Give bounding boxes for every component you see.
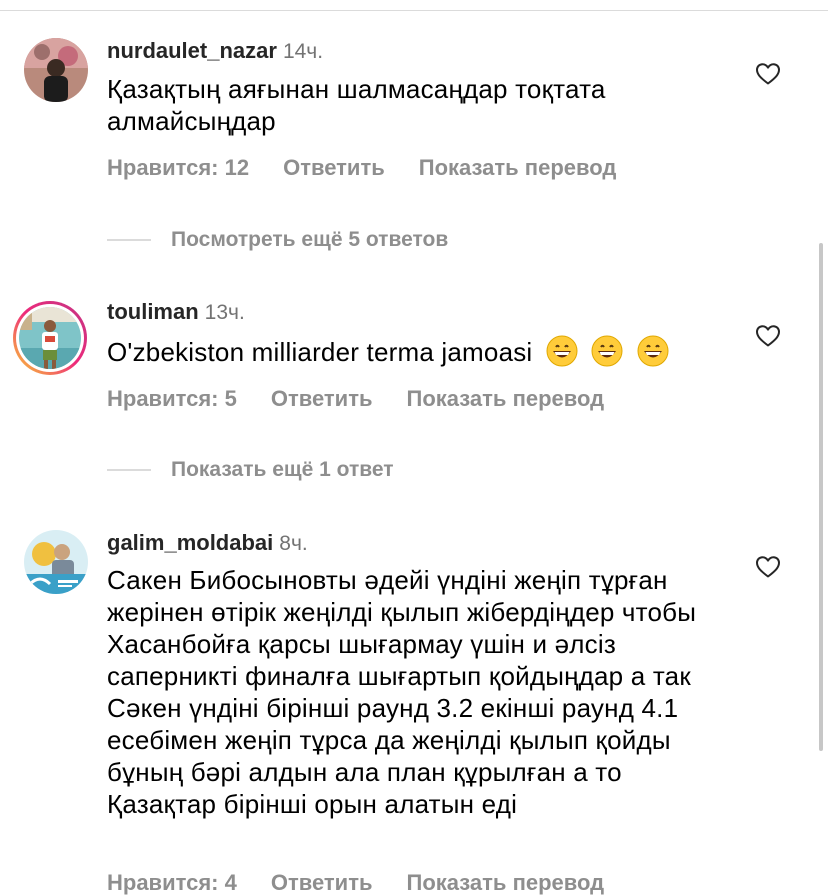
comment-actions: Нравится: 5 Ответить Показать перевод <box>107 386 604 412</box>
comment-actions: Нравится: 4 Ответить Показать перевод <box>107 870 604 896</box>
comment-text: Қазақтың аяғынан шалмасаңдар тоқтата алм… <box>107 74 606 136</box>
avatar[interactable] <box>24 38 88 102</box>
likes-count[interactable]: Нравится: 5 <box>107 386 237 412</box>
username-text[interactable]: galim_moldabai <box>107 530 273 555</box>
replies-divider-line <box>107 239 151 241</box>
heart-icon[interactable] <box>756 63 780 85</box>
comment-username[interactable]: touliman 13ч. <box>107 299 245 325</box>
comment-time: 8ч. <box>279 532 308 555</box>
translate-button[interactable]: Показать перевод <box>419 155 617 181</box>
top-divider <box>0 10 828 11</box>
likes-count[interactable]: Нравится: 12 <box>107 155 249 181</box>
comment-time: 13ч. <box>204 301 245 324</box>
avatar[interactable] <box>24 530 88 594</box>
comment-text: Сакен Бибосыновты әдейі үндіні жеңіп тұр… <box>107 565 697 819</box>
comment-actions: Нравится: 12 Ответить Показать перевод <box>107 155 616 181</box>
reply-button[interactable]: Ответить <box>271 386 373 412</box>
reply-button[interactable]: Ответить <box>283 155 385 181</box>
heart-icon[interactable] <box>756 556 780 578</box>
grinning-face-emoji-icon <box>585 335 630 367</box>
avatar-story-ring[interactable] <box>12 300 88 376</box>
comment-username[interactable]: nurdaulet_nazar 14ч. <box>107 38 323 64</box>
comment-time: 14ч. <box>282 40 324 63</box>
more-replies-label[interactable]: Посмотреть ещё 5 ответов <box>171 228 448 252</box>
grinning-face-emoji-icon <box>540 335 585 367</box>
replies-divider-line <box>107 469 151 471</box>
translate-button[interactable]: Показать перевод <box>407 870 605 896</box>
view-more-replies-button[interactable]: Показать ещё 1 ответ <box>107 455 394 485</box>
comment-username[interactable]: galim_moldabai 8ч. <box>107 530 308 556</box>
scrollbar[interactable] <box>819 243 823 751</box>
more-replies-label[interactable]: Показать ещё 1 ответ <box>171 458 394 482</box>
comment-text-content: O'zbekiston milliarder terma jamoasi <box>107 337 533 367</box>
heart-icon[interactable] <box>756 325 780 347</box>
username-text[interactable]: touliman <box>107 299 199 324</box>
view-more-replies-button[interactable]: Посмотреть ещё 5 ответов <box>107 225 448 255</box>
comment-text: O'zbekiston milliarder terma jamoasi <box>107 335 727 368</box>
reply-button[interactable]: Ответить <box>271 870 373 896</box>
grinning-face-emoji-icon <box>631 335 669 367</box>
translate-button[interactable]: Показать перевод <box>407 386 605 412</box>
username-text[interactable]: nurdaulet_nazar <box>107 38 277 63</box>
likes-count[interactable]: Нравится: 4 <box>107 870 237 896</box>
